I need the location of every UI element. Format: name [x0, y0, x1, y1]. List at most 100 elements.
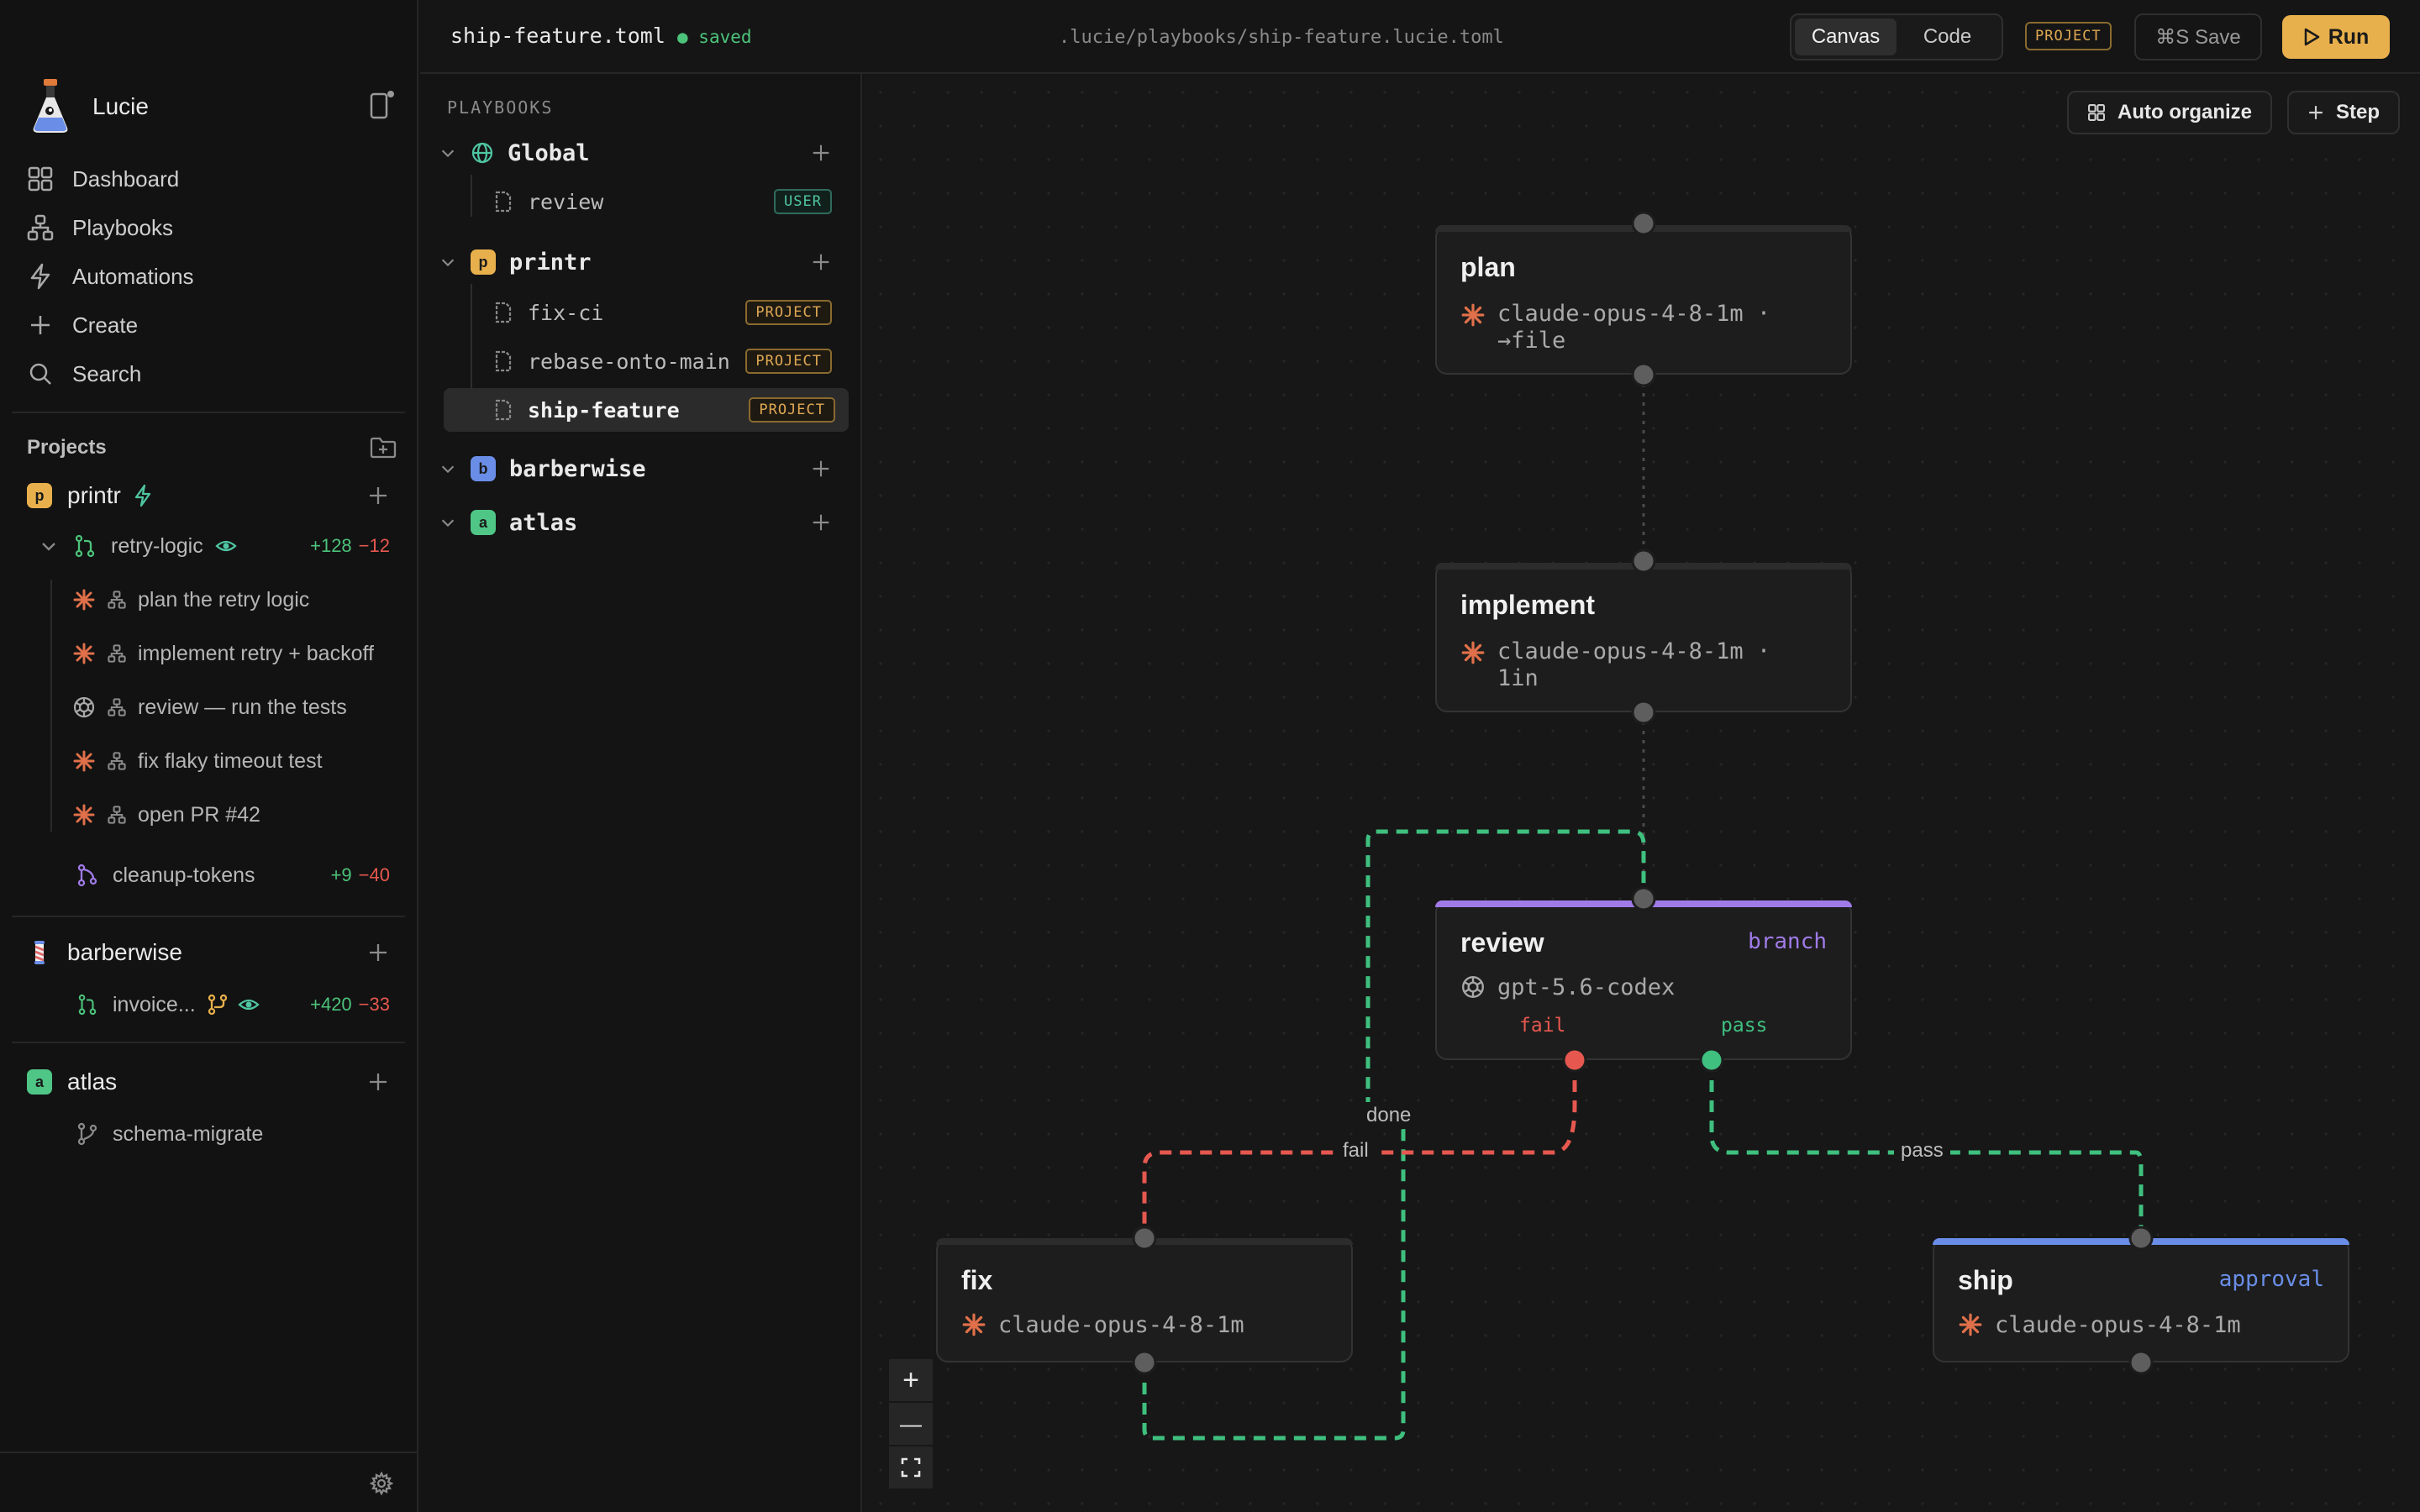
file-icon: [495, 399, 512, 421]
add-step-label: Step: [2336, 101, 2381, 123]
save-button[interactable]: ⌘S Save: [2134, 13, 2262, 60]
project-barberwise[interactable]: barberwise: [0, 936, 418, 969]
project-name: barberwise: [67, 939, 182, 965]
nav-automations[interactable]: Automations: [27, 252, 397, 301]
branch-invoice[interactable]: invoice... +420 −33: [0, 988, 418, 1021]
branch-retry-logic[interactable]: retry-logic +128 −12: [0, 529, 418, 563]
new-folder-icon[interactable]: [370, 436, 397, 459]
session-item[interactable]: review — run the tests: [0, 690, 418, 724]
project-atlas[interactable]: a atlas: [0, 1065, 418, 1099]
diff-deletions: −40: [358, 864, 390, 885]
add-playbook-icon[interactable]: [810, 251, 832, 273]
branch-name: schema-migrate: [113, 1121, 264, 1146]
chevron-down-icon[interactable]: [39, 536, 59, 556]
playbook-item[interactable]: rebase-onto-main PROJECT: [420, 339, 860, 383]
node-header-bar: [1435, 563, 1852, 570]
diff-deletions: −12: [358, 535, 390, 556]
nav-label: Create: [72, 312, 139, 338]
project-name: atlas: [67, 1068, 118, 1095]
session-item[interactable]: open PR #42: [0, 798, 418, 832]
tree-group-barberwise[interactable]: b barberwise: [420, 447, 860, 491]
group-name: atlas: [509, 509, 578, 536]
nav-search[interactable]: Search: [27, 349, 397, 398]
node-header-bar: [1933, 1238, 2349, 1245]
run-button[interactable]: Run: [2282, 15, 2390, 59]
app-name: Lucie: [92, 93, 149, 119]
zoom-out-button[interactable]: —: [889, 1403, 933, 1446]
nav-playbooks[interactable]: Playbooks: [27, 203, 397, 252]
playbook-name: fix-ci: [528, 300, 604, 325]
chevron-down-icon[interactable]: [439, 513, 457, 532]
search-icon: [29, 363, 51, 385]
nav-dashboard[interactable]: Dashboard: [27, 155, 397, 203]
branch-cleanup-tokens[interactable]: cleanup-tokens +9 −40: [0, 858, 418, 892]
gear-icon[interactable]: [370, 1472, 393, 1495]
auto-organize-button[interactable]: Auto organize: [2067, 91, 2272, 134]
node-fix[interactable]: fix claude-opus-4-8-1m: [936, 1238, 1353, 1362]
fit-view-button[interactable]: [889, 1446, 933, 1490]
add-session-icon[interactable]: [366, 484, 390, 507]
node-kind: approval: [2218, 1267, 2324, 1292]
session-title: plan the retry logic: [138, 587, 310, 612]
view-toggle: Canvas Code: [1790, 13, 2003, 60]
device-icon[interactable]: [363, 89, 397, 123]
group-name: Global: [508, 139, 590, 166]
add-playbook-icon[interactable]: [810, 458, 832, 480]
add-session-icon[interactable]: [366, 941, 390, 964]
playbook-item-selected[interactable]: ship-feature PROJECT: [444, 388, 849, 432]
file-icon: [495, 350, 512, 372]
chevron-down-icon[interactable]: [439, 459, 457, 478]
add-step-button[interactable]: Step: [2287, 91, 2401, 134]
project-badge: p: [27, 483, 52, 508]
node-title: ship: [1958, 1265, 2013, 1295]
model-name: gpt-5.6-codex: [1497, 974, 1676, 1000]
group-badge: b: [471, 456, 496, 481]
session-item[interactable]: plan the retry logic: [0, 583, 418, 617]
playbook-item[interactable]: review USER: [420, 180, 860, 223]
zoom-in-label: +: [902, 1363, 919, 1396]
project-printr[interactable]: p printr: [0, 479, 418, 512]
node-title: fix: [961, 1265, 993, 1295]
flask-logo-icon: [33, 79, 68, 133]
git-branch-icon: [77, 1122, 97, 1146]
tree-group-global[interactable]: Global: [420, 131, 860, 175]
scope-tag: PROJECT: [745, 349, 832, 374]
node-model: claude-opus-4-8-1m · →file: [1460, 301, 1770, 354]
tree-group-atlas[interactable]: a atlas: [420, 501, 860, 544]
tree-group-printr[interactable]: p printr: [420, 240, 860, 284]
chevron-down-icon[interactable]: [439, 253, 457, 271]
grid-icon: [28, 166, 53, 192]
tab-canvas[interactable]: Canvas: [1795, 18, 1897, 55]
session-title: fix flaky timeout test: [138, 748, 323, 773]
node-header-bar: [1435, 900, 1852, 907]
model-name: claude-opus-4-8-1m: [1995, 1312, 2241, 1338]
scope-tag: USER: [774, 189, 832, 214]
session-item[interactable]: fix flaky timeout test: [0, 744, 418, 778]
add-playbook-icon[interactable]: [810, 512, 832, 533]
save-status-text: saved: [698, 27, 752, 47]
chevron-down-icon[interactable]: [439, 144, 457, 162]
group-badge: p: [471, 249, 496, 275]
node-review[interactable]: review branch gpt-5.6-codex fail pass: [1435, 900, 1852, 1060]
scope-tag: PROJECT: [745, 300, 832, 325]
node-ship[interactable]: ship approval claude-opus-4-8-1m: [1933, 1238, 2349, 1362]
add-playbook-icon[interactable]: [810, 142, 832, 164]
play-icon: [2304, 28, 2319, 46]
claude-icon: [1461, 303, 1485, 327]
model-output: →file: [1497, 328, 1566, 354]
playbook-canvas[interactable]: Auto organize Step plan claude-opus-4-8-…: [864, 76, 2420, 1512]
node-plan[interactable]: plan claude-opus-4-8-1m · →file: [1435, 225, 1852, 375]
add-session-icon[interactable]: [366, 1070, 390, 1094]
node-implement[interactable]: implement claude-opus-4-8-1m · 1in: [1435, 563, 1852, 712]
session-item[interactable]: implement retry + backoff: [0, 637, 418, 670]
project-badge: a: [27, 1069, 52, 1095]
zoom-in-button[interactable]: +: [889, 1359, 933, 1403]
plus-icon: [31, 316, 50, 334]
playbook-name: rebase-onto-main: [528, 349, 730, 374]
plus-icon: [2309, 106, 2323, 119]
tab-code[interactable]: Code: [1897, 18, 1998, 55]
nav-create[interactable]: Create: [27, 301, 397, 349]
node-model: claude-opus-4-8-1m · 1in: [1460, 638, 1770, 692]
playbook-item[interactable]: fix-ci PROJECT: [420, 291, 860, 334]
branch-schema-migrate[interactable]: schema-migrate: [0, 1117, 418, 1151]
